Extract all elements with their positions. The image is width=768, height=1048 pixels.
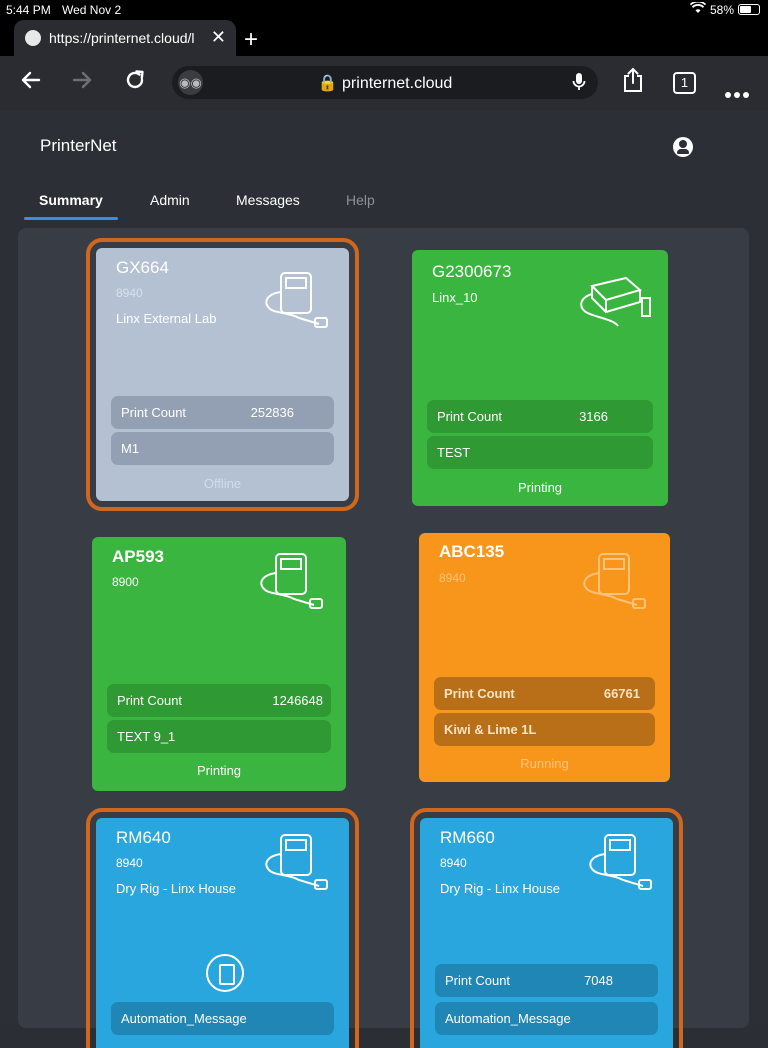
address-bar[interactable]: ◉◉ 🔒 printernet.cloud xyxy=(172,66,598,99)
printer-model: 8940 xyxy=(439,571,466,585)
nav-tabs: Summary Admin Messages Help xyxy=(0,182,768,222)
printer-model: 8900 xyxy=(112,575,139,589)
message-name: Kiwi & Lime 1L xyxy=(444,722,537,737)
printer-card[interactable]: AP593 8900 Print Count 1246648 TEXT 9_1 … xyxy=(92,537,346,791)
message-row: Automation_Message xyxy=(111,1002,334,1035)
tab-summary[interactable]: Summary xyxy=(39,192,103,208)
tab-admin[interactable]: Admin xyxy=(150,192,190,208)
print-count-row: Print Count 3166 xyxy=(427,400,653,433)
print-count-value: 7048 xyxy=(584,973,613,988)
print-count-value: 66761 xyxy=(603,686,640,701)
printer-model: 8940 xyxy=(116,856,143,870)
printer-state: Printing xyxy=(196,763,242,778)
brand-title: PrinterNet xyxy=(40,136,117,155)
reload-icon[interactable] xyxy=(123,68,147,99)
document-shield-icon xyxy=(206,954,244,992)
date: Wed Nov 2 xyxy=(62,3,122,17)
printer-state: Printing xyxy=(517,480,563,495)
print-count-label: Print Count xyxy=(437,409,503,424)
wifi-icon xyxy=(689,0,707,17)
printer-icon xyxy=(265,834,328,890)
clock: 5:44 PM xyxy=(6,3,51,17)
message-name: TEST xyxy=(437,445,471,460)
active-tab-indicator xyxy=(24,217,118,220)
address-host[interactable]: 🔒 printernet.cloud xyxy=(172,73,598,93)
printer-name: G2300673 xyxy=(432,262,512,281)
battery-icon xyxy=(738,4,760,15)
user-account-icon[interactable] xyxy=(673,137,693,157)
printer-model: 8940 xyxy=(116,286,143,300)
share-icon[interactable] xyxy=(621,67,645,100)
printer-icon xyxy=(260,553,323,609)
printer-location: Linx External Lab xyxy=(116,311,217,326)
printer-card[interactable]: GX664 8940 Linx External Lab Print Count… xyxy=(86,238,359,511)
tab-messages[interactable]: Messages xyxy=(236,192,300,208)
message-row: TEST xyxy=(427,436,653,469)
printer-name: RM640 xyxy=(116,828,171,847)
browser-tab[interactable]: https://printernet.cloud/l ✕ xyxy=(14,20,236,56)
printer-name: ABC135 xyxy=(439,542,505,561)
printer-location: Dry Rig - Linx House xyxy=(440,881,560,896)
printer-card[interactable]: ABC135 8940 Print Count 66761 Kiwi & Lim… xyxy=(419,533,670,782)
back-icon[interactable] xyxy=(19,68,43,99)
print-count-label: Print Count xyxy=(121,405,187,420)
printer-card[interactable]: RM640 8940 Dry Rig - Linx House Automati… xyxy=(86,808,359,1048)
new-tab-icon[interactable]: + xyxy=(244,26,258,54)
printernet-page: PrinterNet Summary Admin Messages Help G… xyxy=(0,110,768,1048)
printer-location: Linx_10 xyxy=(432,290,478,305)
message-name: M1 xyxy=(121,441,140,456)
printer-icon xyxy=(589,834,652,890)
printer-state: Offline xyxy=(203,476,242,491)
message-row: Automation_Message xyxy=(435,1002,658,1035)
message-row: Kiwi & Lime 1L xyxy=(434,713,655,746)
print-count-value: 252836 xyxy=(250,405,294,420)
globe-icon xyxy=(25,30,41,46)
printer-icon xyxy=(583,553,646,609)
printer-name: RM660 xyxy=(440,828,495,847)
tab-title: https://printernet.cloud/l xyxy=(49,30,195,46)
printer-card[interactable]: RM660 8940 Dry Rig - Linx House Print Co… xyxy=(410,808,683,1048)
printer-card[interactable]: G2300673 Linx_10 Print Count 3166 TEST P… xyxy=(412,250,668,506)
message-row: M1 xyxy=(111,432,334,465)
print-count-label: Print Count xyxy=(444,686,515,701)
browser-tab-bar: https://printernet.cloud/l ✕ xyxy=(0,20,768,56)
printer-icon xyxy=(265,272,328,328)
print-count-row: Print Count 66761 xyxy=(434,677,655,710)
tab-count-button[interactable]: 1 xyxy=(673,72,696,94)
print-count-value: 1246648 xyxy=(272,693,323,708)
device-status-bar: 5:44 PM Wed Nov 2 58% xyxy=(0,0,768,20)
message-name: TEXT 9_1 xyxy=(117,729,176,744)
print-count-value: 3166 xyxy=(579,409,608,424)
printer-model: 8940 xyxy=(440,856,467,870)
print-count-label: Print Count xyxy=(445,973,511,988)
status-right: 58% xyxy=(689,0,760,17)
browser-toolbar: ◉◉ 🔒 printernet.cloud 1 xyxy=(0,56,768,110)
message-row: TEXT 9_1 xyxy=(107,720,331,753)
printer-name: GX664 xyxy=(116,258,169,277)
more-menu-icon[interactable] xyxy=(724,78,750,106)
print-count-row: Print Count 252836 xyxy=(111,396,334,429)
print-count-label: Print Count xyxy=(117,693,183,708)
close-tab-icon[interactable]: ✕ xyxy=(211,27,226,48)
printer-name: AP593 xyxy=(112,547,164,566)
printer-location: Dry Rig - Linx House xyxy=(116,881,236,896)
print-count-row: Print Count 7048 xyxy=(435,964,658,997)
battery-percent: 58% xyxy=(709,2,734,17)
printer-icon xyxy=(580,276,651,327)
print-count-row: Print Count 1246648 xyxy=(107,684,331,717)
printer-state: Running xyxy=(520,756,569,771)
forward-icon[interactable] xyxy=(70,68,94,99)
microphone-icon[interactable] xyxy=(572,72,586,96)
tab-help[interactable]: Help xyxy=(346,192,375,208)
